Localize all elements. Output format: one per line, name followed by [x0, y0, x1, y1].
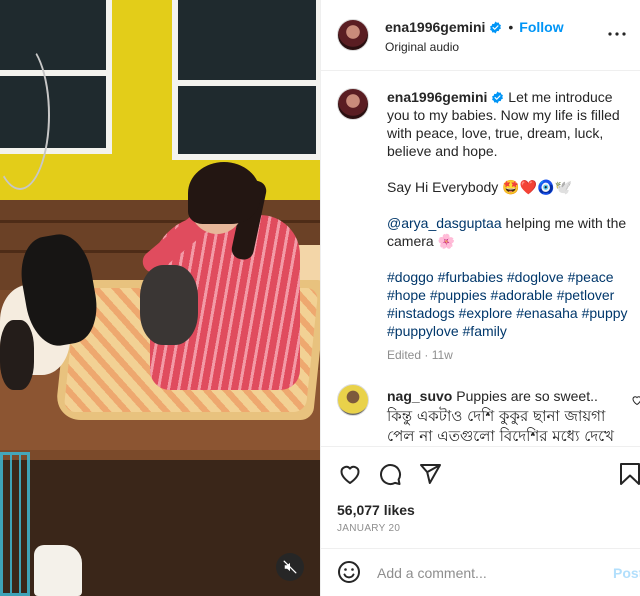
mute-icon [283, 560, 297, 574]
hashtag-link[interactable]: #doggo [387, 269, 434, 285]
comment-body-bengali: কিন্তু একটাও দেশি কুকুর ছানা জায়গা পেল … [387, 407, 615, 445]
post-actions: 56,077 likes JANUARY 20 [321, 446, 640, 550]
hashtag-link[interactable]: #instadogs [387, 305, 455, 321]
hashtag-link[interactable]: #puppy [582, 305, 628, 321]
post-header: ena1996gemini • Follow Original audio [321, 0, 640, 71]
comment-button[interactable] [377, 461, 403, 487]
hashtag-link[interactable]: #puppies [430, 287, 487, 303]
commenter-username[interactable]: nag_suvo [387, 388, 452, 404]
hashtag-link[interactable]: #doglove [507, 269, 564, 285]
scene-puppy [0, 320, 34, 390]
hashtag-link[interactable]: #hope [387, 287, 426, 303]
verified-badge-icon [490, 21, 502, 33]
caption-hashtags: #doggo #furbabies #doglove #peace #hope … [387, 268, 639, 340]
save-button[interactable] [617, 461, 640, 487]
post-comment-button[interactable]: Post [613, 565, 640, 581]
heart-icon [340, 465, 360, 484]
caption-mention-link[interactable]: @arya_dasguptaa [387, 215, 502, 231]
comment-body: Puppies are so sweet.. [456, 388, 598, 404]
comment-composer: Post [321, 548, 640, 596]
comment-text: nag_suvo Puppies are so sweet.. কিন্তু এ… [387, 386, 627, 446]
scene-puppy [140, 265, 198, 345]
hashtag-link[interactable]: #explore [459, 305, 513, 321]
follow-button[interactable]: Follow [519, 19, 563, 35]
caption-author-avatar[interactable] [337, 88, 369, 120]
comment-icon [380, 464, 401, 486]
hashtag-link[interactable]: #adorable [491, 287, 553, 303]
post-side-panel: ena1996gemini • Follow Original audio en… [320, 0, 640, 596]
scene-window [172, 0, 320, 160]
likes-count[interactable]: 56,077 likes [337, 502, 415, 518]
commenter-avatar[interactable] [337, 384, 369, 416]
hashtag-link[interactable]: #enasaha [516, 305, 578, 321]
hashtag-link[interactable]: #furbabies [438, 269, 503, 285]
more-options-button[interactable] [607, 24, 627, 44]
caption-greeting: Say Hi Everybody 🤩❤️🧿🕊️ [387, 179, 572, 195]
more-options-icon [608, 32, 626, 36]
comment-input[interactable] [377, 561, 607, 585]
author-avatar[interactable] [337, 19, 369, 51]
mute-button[interactable] [276, 553, 304, 581]
like-button[interactable] [337, 461, 363, 487]
post-media-video[interactable] [0, 0, 320, 596]
hashtag-link[interactable]: #puppylove [387, 323, 459, 339]
hashtag-link[interactable]: #peace [568, 269, 614, 285]
comments-scroll-area[interactable]: ena1996gemini Let me introduce you to my… [321, 72, 640, 447]
edited-timestamp: Edited · 11w [387, 348, 453, 362]
comment-like-icon[interactable] [631, 394, 640, 406]
hashtag-link[interactable]: #family [463, 323, 507, 339]
bookmark-icon [620, 463, 640, 485]
caption-text: ena1996gemini Let me introduce you to my… [387, 88, 639, 340]
post-date[interactable]: JANUARY 20 [337, 523, 400, 534]
emoji-icon [338, 561, 360, 583]
caption-author-username[interactable]: ena1996gemini [387, 89, 487, 105]
separator-dot: • [508, 19, 514, 35]
audio-label[interactable]: Original audio [385, 40, 459, 54]
scene-cloth [34, 545, 82, 596]
hashtag-link[interactable]: #petlover [557, 287, 615, 303]
share-icon [420, 464, 441, 484]
scene-person-hair [188, 162, 260, 224]
emoji-button[interactable] [337, 560, 361, 589]
scene-cage [0, 452, 30, 596]
verified-badge-icon [492, 91, 504, 104]
share-button[interactable] [417, 461, 443, 487]
author-username[interactable]: ena1996gemini [385, 19, 485, 35]
